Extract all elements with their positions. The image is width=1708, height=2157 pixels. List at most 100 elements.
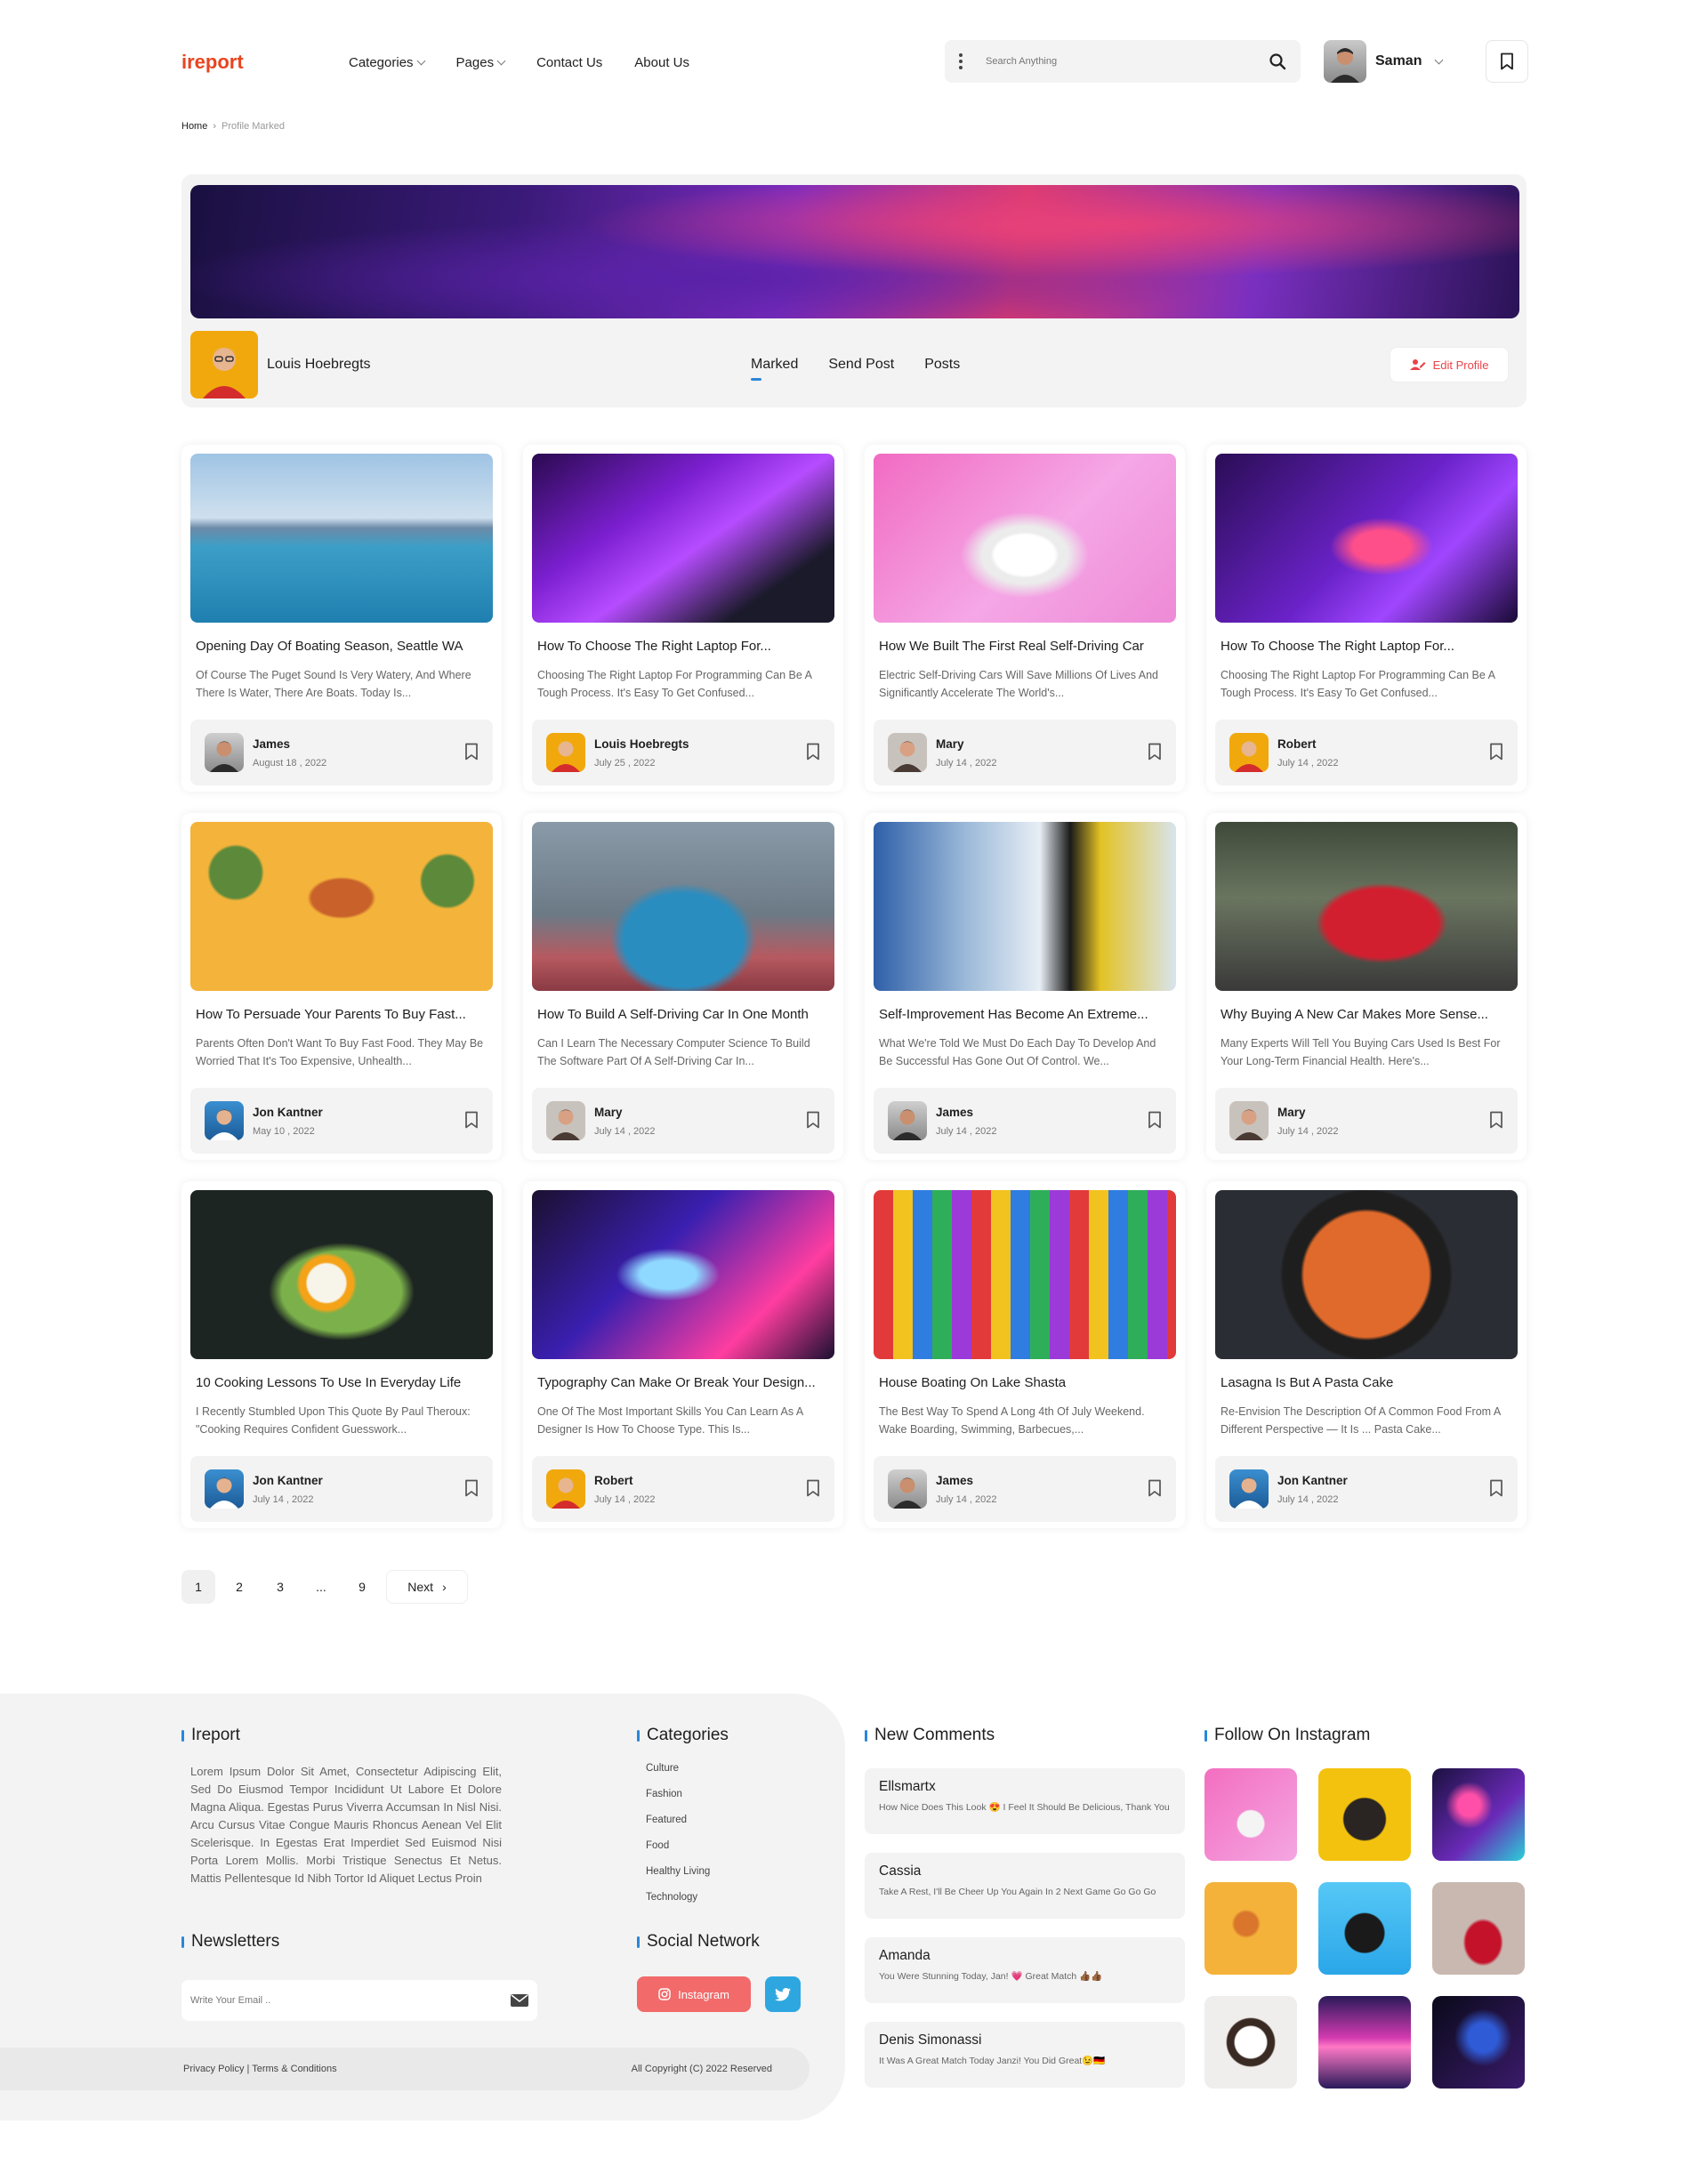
logo[interactable]: ireport [181,51,349,74]
bookmark-icon[interactable] [1148,1111,1162,1129]
bookmark-icon[interactable] [1148,1479,1162,1497]
post-image[interactable] [190,454,493,623]
post-image[interactable] [532,1190,834,1359]
post-title[interactable]: House Boating On Lake Shasta [879,1375,1171,1390]
user-menu[interactable]: Saman [1324,40,1444,83]
post-card[interactable]: Opening Day Of Boating Season, Seattle W… [181,445,502,792]
search-input[interactable] [986,56,1269,67]
bookmark-icon[interactable] [464,1111,479,1129]
author-name[interactable]: Mary [936,737,997,751]
post-card[interactable]: Lasagna Is But A Pasta Cake Re-Envision T… [1206,1181,1527,1528]
instagram-photo[interactable] [1432,1996,1525,2089]
post-image[interactable] [874,822,1176,991]
mail-icon[interactable] [511,1994,528,2007]
post-card[interactable]: House Boating On Lake Shasta The Best Way… [865,1181,1185,1528]
instagram-photo[interactable] [1204,1768,1297,1861]
category-link[interactable]: Fashion [646,1789,710,1815]
bookmark-icon[interactable] [1148,743,1162,761]
more-vertical-icon[interactable] [959,53,963,69]
nav-pages[interactable]: Pages [456,55,506,70]
author-name[interactable]: Robert [1277,737,1339,751]
post-title[interactable]: 10 Cooking Lessons To Use In Everyday Li… [196,1375,487,1390]
post-image[interactable] [1215,822,1518,991]
breadcrumb-home[interactable]: Home [181,121,207,132]
page-2[interactable]: 2 [222,1570,256,1604]
post-image[interactable] [874,454,1176,623]
page-9[interactable]: 9 [345,1570,379,1604]
bookmark-icon[interactable] [464,1479,479,1497]
instagram-photo[interactable] [1432,1882,1525,1975]
instagram-photo[interactable] [1204,1996,1297,2089]
bookmark-icon[interactable] [806,743,820,761]
tab-posts[interactable]: Posts [924,357,960,373]
author-name[interactable]: James [936,1106,997,1119]
twitter-button[interactable] [765,1976,801,2012]
post-title[interactable]: How To Build A Self-Driving Car In One M… [537,1007,829,1022]
author-name[interactable]: James [253,737,326,751]
post-card[interactable]: How To Choose The Right Laptop For... Cho… [523,445,843,792]
comment-card[interactable]: Amanda You Were Stunning Today, Jan! 💗 Gr… [865,1937,1185,2003]
nav-about[interactable]: About Us [634,55,689,70]
page-1[interactable]: 1 [181,1570,215,1604]
tab-send-post[interactable]: Send Post [828,357,894,373]
instagram-photo[interactable] [1204,1882,1297,1975]
post-card[interactable]: Self-Improvement Has Become An Extreme..… [865,813,1185,1160]
post-title[interactable]: Typography Can Make Or Break Your Design… [537,1375,829,1390]
author-name[interactable]: Jon Kantner [253,1474,323,1487]
category-link[interactable]: Healthy Living [646,1866,710,1892]
author-name[interactable]: Robert [594,1474,656,1487]
page-3[interactable]: 3 [263,1570,297,1604]
newsletter-field[interactable]: Write Your Email .. [181,1980,537,2021]
post-title[interactable]: Why Buying A New Car Makes More Sense... [1221,1007,1512,1022]
instagram-photo[interactable] [1318,1768,1411,1861]
post-title[interactable]: How To Persuade Your Parents To Buy Fast… [196,1007,487,1022]
author-name[interactable]: James [936,1474,997,1487]
post-title[interactable]: Opening Day Of Boating Season, Seattle W… [196,639,487,654]
bookmark-icon[interactable] [1489,743,1503,761]
post-image[interactable] [1215,1190,1518,1359]
next-page-button[interactable]: Next › [386,1570,468,1604]
author-name[interactable]: Louis Hoebregts [594,737,689,751]
post-title[interactable]: Lasagna Is But A Pasta Cake [1221,1375,1512,1390]
category-link[interactable]: Culture [646,1763,710,1789]
category-link[interactable]: Featured [646,1815,710,1840]
category-link[interactable]: Technology [646,1892,710,1918]
instagram-photo[interactable] [1318,1996,1411,2089]
post-image[interactable] [874,1190,1176,1359]
search-icon[interactable] [1269,52,1286,70]
post-card[interactable]: How To Persuade Your Parents To Buy Fast… [181,813,502,1160]
tab-marked[interactable]: Marked [751,357,798,381]
comment-card[interactable]: Cassia Take A Rest, I'll Be Cheer Up You … [865,1853,1185,1919]
post-image[interactable] [190,1190,493,1359]
post-title[interactable]: Self-Improvement Has Become An Extreme..… [879,1007,1171,1022]
author-name[interactable]: Jon Kantner [1277,1474,1348,1487]
author-name[interactable]: Mary [1277,1106,1339,1119]
comment-card[interactable]: Denis Simonassi It Was A Great Match Toda… [865,2022,1185,2088]
author-name[interactable]: Jon Kantner [253,1106,323,1119]
nav-contact[interactable]: Contact Us [536,55,602,70]
post-image[interactable] [1215,454,1518,623]
edit-profile-button[interactable]: Edit Profile [1390,347,1509,382]
category-link[interactable]: Food [646,1840,710,1866]
instagram-button[interactable]: Instagram [637,1976,751,2012]
post-image[interactable] [190,822,493,991]
nav-categories[interactable]: Categories [349,55,425,70]
post-card[interactable]: 10 Cooking Lessons To Use In Everyday Li… [181,1181,502,1528]
bookmark-icon[interactable] [806,1479,820,1497]
bookmark-icon[interactable] [1489,1479,1503,1497]
post-title[interactable]: How We Built The First Real Self-Driving… [879,639,1171,654]
post-image[interactable] [532,454,834,623]
post-card[interactable]: How To Build A Self-Driving Car In One M… [523,813,843,1160]
bookmarks-button[interactable] [1486,40,1528,83]
post-title[interactable]: How To Choose The Right Laptop For... [1221,639,1512,654]
post-image[interactable] [532,822,834,991]
comment-card[interactable]: Ellsmartx How Nice Does This Look 😍 I Fee… [865,1768,1185,1834]
policy-links[interactable]: Privacy Policy | Terms & Conditions [183,2064,337,2074]
bookmark-icon[interactable] [464,743,479,761]
post-card[interactable]: Why Buying A New Car Makes More Sense...… [1206,813,1527,1160]
author-name[interactable]: Mary [594,1106,656,1119]
bookmark-icon[interactable] [806,1111,820,1129]
post-card[interactable]: Typography Can Make Or Break Your Design… [523,1181,843,1528]
bookmark-icon[interactable] [1489,1111,1503,1129]
instagram-photo[interactable] [1318,1882,1411,1975]
